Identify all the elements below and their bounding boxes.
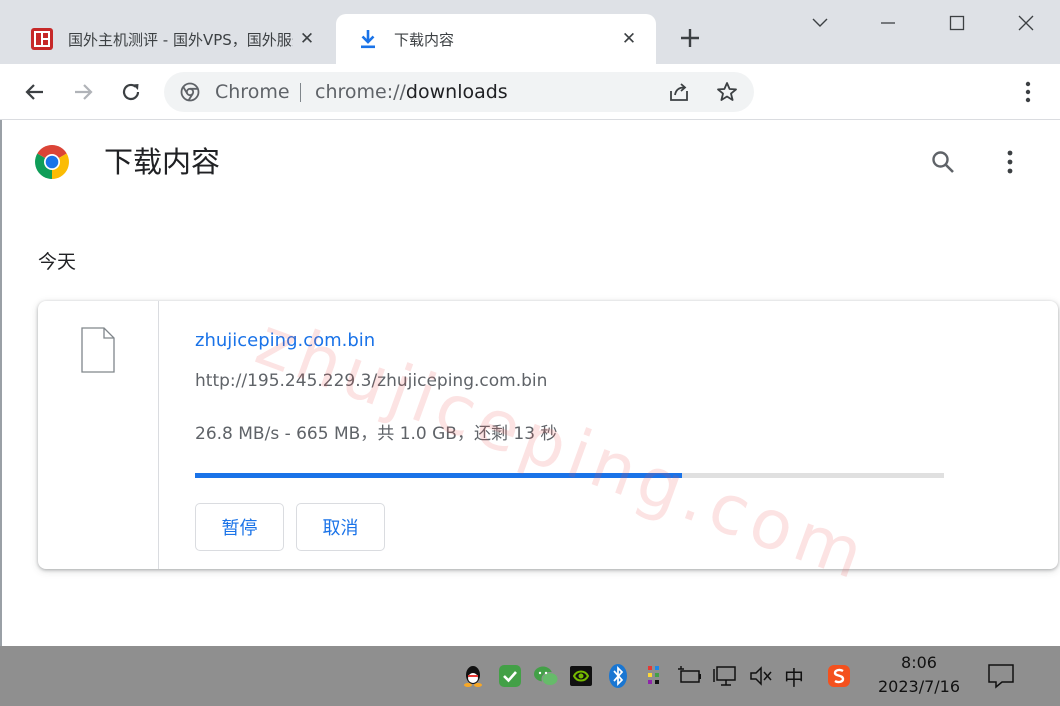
- file-icon-column: [38, 301, 159, 569]
- page-title: 下载内容: [104, 145, 221, 179]
- wechat-tray-button[interactable]: [533, 663, 559, 689]
- browser-toolbar: Chrome chrome://downloads: [0, 64, 1060, 120]
- new-tab-button[interactable]: [676, 24, 704, 52]
- power-tray-button[interactable]: [677, 663, 703, 689]
- clock-date: 2023/7/16: [877, 677, 961, 696]
- reload-icon: [122, 83, 140, 101]
- address-bar[interactable]: Chrome chrome://downloads: [164, 72, 754, 112]
- download-item-card: zhujiceping.com.bin http://195.245.229.3…: [38, 301, 1058, 569]
- chrome-menu-button[interactable]: [1014, 78, 1042, 106]
- chevron-down-icon: [812, 18, 828, 27]
- minimize-button[interactable]: [868, 8, 908, 38]
- more-vertical-icon[interactable]: [998, 148, 1022, 176]
- network-tray-button[interactable]: [713, 663, 739, 689]
- battery-plug-icon: [678, 666, 701, 683]
- wechat-icon: [534, 666, 559, 686]
- security-tray-button[interactable]: [497, 663, 523, 689]
- file-icon: [81, 327, 115, 373]
- omnibox-chip-label: Chrome: [215, 81, 290, 103]
- back-button[interactable]: [21, 78, 49, 106]
- search-icon[interactable]: [929, 148, 957, 176]
- forward-button[interactable]: [69, 78, 97, 106]
- arrow-right-icon: [75, 84, 93, 100]
- tab-title: 国外主机测评 - 国外VPS，国外服务器，国外主机: [68, 30, 293, 49]
- url-host: downloads: [405, 81, 508, 103]
- file-source-url[interactable]: http://195.245.229.3/zhujiceping.com.bin: [195, 369, 547, 393]
- site-favicon-icon: [31, 28, 53, 50]
- color-grid-icon: [648, 666, 659, 684]
- maximize-button[interactable]: [937, 8, 977, 38]
- taskbar: 中 8:06 2023/7/16: [0, 646, 1060, 706]
- qq-tray-button[interactable]: [460, 663, 486, 689]
- close-window-button[interactable]: [1006, 8, 1046, 38]
- bluetooth-tray-button[interactable]: [605, 663, 631, 689]
- volume-muted-icon: [750, 666, 772, 686]
- minimize-icon: [881, 22, 895, 24]
- download-progress-fill: [195, 473, 682, 478]
- tab-close-button[interactable]: ✕: [296, 28, 318, 50]
- sogou-input-icon: [828, 665, 850, 687]
- chrome-logo-icon: [35, 145, 69, 179]
- pause-button[interactable]: 暂停: [195, 503, 284, 551]
- download-icon: [361, 30, 375, 49]
- tab-search-button[interactable]: [800, 8, 840, 38]
- nvidia-icon: [570, 666, 592, 686]
- ime-indicator[interactable]: 中: [784, 662, 804, 691]
- download-status: 26.8 MB/s - 665 MB，共 1.0 GB，还剩 13 秒: [195, 424, 558, 444]
- omnibox-divider: [300, 83, 301, 102]
- url-text[interactable]: chrome://downloads: [315, 80, 508, 104]
- bookmark-star-icon[interactable]: [715, 80, 739, 104]
- close-icon: [1018, 15, 1034, 31]
- tab-close-button[interactable]: ✕: [618, 28, 640, 50]
- tab-strip: 国外主机测评 - 国外VPS，国外服务器，国外主机 ✕ 下载内容 ✕: [0, 0, 1060, 64]
- chrome-icon: [180, 82, 200, 102]
- bluetooth-icon: [609, 664, 627, 688]
- tab-downloads[interactable]: 下载内容 ✕: [336, 14, 656, 64]
- volume-tray-button[interactable]: [748, 663, 774, 689]
- sogou-tray-button[interactable]: [826, 663, 852, 689]
- date-heading: 今天: [38, 251, 77, 273]
- plus-icon: [681, 29, 699, 47]
- color-tray-button[interactable]: [641, 663, 667, 689]
- clock-time: 8:06: [901, 653, 937, 672]
- tab-title: 下载内容: [394, 30, 455, 49]
- reload-button[interactable]: [117, 78, 145, 106]
- qq-icon: [464, 666, 482, 687]
- share-icon[interactable]: [667, 80, 691, 104]
- arrow-left-icon: [25, 84, 43, 100]
- nvidia-tray-button[interactable]: [568, 663, 594, 689]
- shield-check-icon: [499, 665, 521, 687]
- downloads-header: 下载内容: [0, 120, 1060, 206]
- tab-zhujiceping[interactable]: 国外主机测评 - 国外VPS，国外服务器，国外主机 ✕: [14, 14, 334, 64]
- network-icon: [713, 666, 736, 686]
- file-name-link[interactable]: zhujiceping.com.bin: [195, 329, 375, 353]
- notification-icon[interactable]: [986, 662, 1016, 690]
- download-progress-bar: [195, 473, 944, 478]
- maximize-icon: [949, 15, 965, 31]
- cancel-button[interactable]: 取消: [296, 503, 385, 551]
- more-vertical-icon: [1025, 81, 1031, 103]
- system-clock[interactable]: 8:06 2023/7/16: [866, 651, 972, 699]
- url-scheme: chrome://: [315, 81, 406, 103]
